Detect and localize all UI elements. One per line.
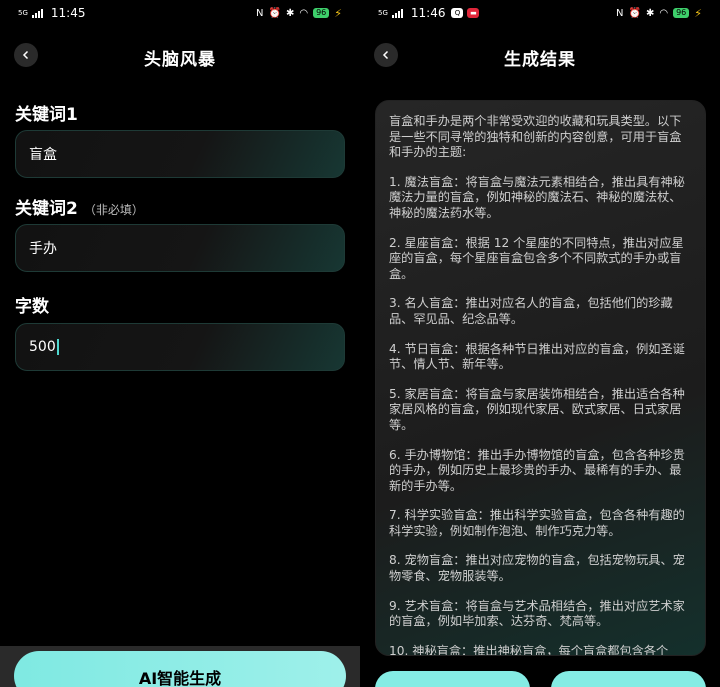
nfc-icon: N [616,7,624,19]
ai-generate-button[interactable]: AI智能生成 [14,651,346,687]
brainstorm-screen: 5G 11:45 N ⏰ ✱ ◠ 96 ⚡ 头脑风暴 关键词1 盲盒 关键词2 （… [0,0,360,687]
signal-icon [391,8,403,18]
keyword2-label: 关键词2 （非必填） [15,199,144,219]
result-paragraph: 4. 节日盲盒：根据各种节日推出对应的盲盒，例如圣诞节、情人节、新年等。 [389,341,685,372]
action-buttons [375,671,706,687]
status-time: 11:45 [50,6,86,20]
result-paragraph: 6. 手办博物馆：推出手办博物馆的盲盒，包含各种珍贵的手办，例如历史上最珍贵的手… [389,447,685,493]
alarm-icon: ⏰ [268,7,281,19]
result-text-panel[interactable]: 盲盒和手办是两个非常受欢迎的收藏和玩具类型。以下是一些不同寻常的独特和创新的内容… [375,100,706,656]
header: 生成结果 [360,40,720,72]
optional-note: （非必填） [83,203,144,217]
result-screen: 5G 11:46 Q ▬ N ⏰ ✱ ◠ 96 ⚡ 生成结果 盲盒和手办是两个非… [360,0,720,687]
text-caret [56,339,59,355]
action-button-left[interactable] [375,671,530,687]
charging-icon: ⚡ [334,6,342,20]
message-notification-icon: ▬ [467,8,480,18]
status-bar: 5G 11:46 Q ▬ N ⏰ ✱ ◠ 96 ⚡ [360,0,720,26]
bluetooth-icon: ✱ [645,7,655,19]
keyword1-input[interactable]: 盲盒 [15,130,345,178]
alarm-icon: ⏰ [628,7,641,19]
signal-icon [31,8,43,18]
network-type: 5G [378,8,388,17]
result-paragraph: 盲盒和手办是两个非常受欢迎的收藏和玩具类型。以下是一些不同寻常的独特和创新的内容… [389,114,682,160]
wifi-icon: ◠ [659,7,669,19]
result-paragraph: 1. 魔法盲盒：将盲盒与魔法元素相结合，推出具有神秘魔法力量的盲盒，例如神秘的魔… [389,174,685,220]
battery-level: 96 [673,8,690,18]
network-type: 5G [18,8,28,17]
page-title: 头脑风暴 [144,50,216,70]
action-button-right[interactable] [551,671,706,687]
result-paragraph: 2. 星座盲盒：根据 12 个星座的不同特点，推出对应星座的盲盒，每个星座盲盒包… [389,235,684,281]
bluetooth-icon: ✱ [285,7,295,19]
result-paragraph: 9. 艺术盲盒：将盲盒与艺术品相结合，推出对应艺术家的盲盒，例如毕加索、达芬奇、… [389,598,685,629]
result-paragraph: 10. 神秘盲盒：推出神秘盲盒，每个盲盒都包含各个 [389,643,669,656]
nfc-icon: N [256,7,264,19]
keyword1-label: 关键词1 [15,105,78,125]
result-paragraph: 3. 名人盲盒：推出对应名人的盲盒，包括他们的珍藏品、罕见品、纪念品等。 [389,296,673,326]
keyword2-input[interactable]: 手办 [15,224,345,272]
status-time: 11:46 [410,6,446,20]
battery-level: 96 [313,8,330,18]
wordcount-input[interactable]: 500 [15,323,345,371]
result-paragraph: 5. 家居盲盒：将盲盒与家居装饰相结合，推出适合各种家居风格的盲盒，例如现代家居… [389,386,685,432]
charging-icon: ⚡ [694,6,702,20]
result-paragraph: 7. 科学实验盲盒：推出科学实验盲盒，包含各种有趣的科学实验，例如制作泡泡、制作… [389,508,685,538]
page-title: 生成结果 [504,50,576,70]
header: 头脑风暴 [0,40,360,72]
result-paragraph: 8. 宠物盲盒：推出对应宠物的盲盒，包括宠物玩具、宠物零食、宠物服装等。 [389,553,685,584]
wordcount-label: 字数 [15,297,49,317]
app-notification-icon: Q [451,8,464,18]
wifi-icon: ◠ [299,7,309,19]
status-bar: 5G 11:45 N ⏰ ✱ ◠ 96 ⚡ [0,0,360,26]
